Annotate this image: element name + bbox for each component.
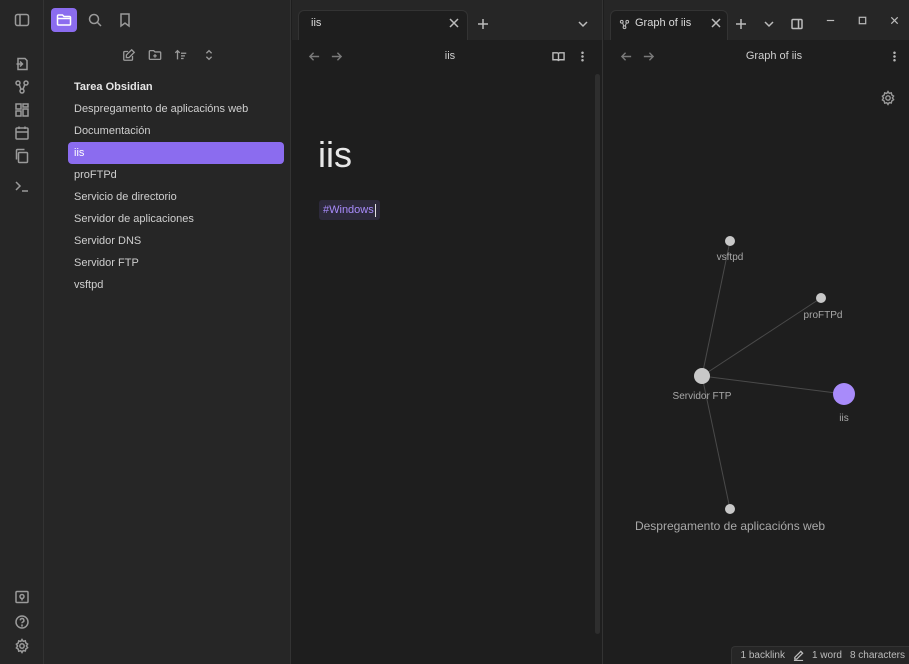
close-graph-tab-icon[interactable] bbox=[709, 16, 723, 30]
status-bar: 1 backlink 1 word 8 characters bbox=[731, 646, 909, 664]
backlinks-count[interactable]: 1 backlink bbox=[740, 650, 784, 661]
file-item-servidor-de-aplicaciones[interactable]: Servidor de aplicaciones bbox=[68, 208, 284, 230]
close-window-icon[interactable] bbox=[886, 12, 902, 28]
graph-view-title: Graph of iis bbox=[745, 50, 803, 62]
graph-tab-title: Graph of iis bbox=[635, 17, 692, 29]
tab-iis[interactable]: iis bbox=[298, 10, 468, 40]
forward-arrow-icon[interactable] bbox=[328, 48, 344, 64]
graph-node-label: vsftpd bbox=[717, 252, 744, 263]
file-item-vsftpd[interactable]: vsftpd bbox=[68, 274, 284, 296]
file-item-servicio-de-directorio[interactable]: Servicio de directorio bbox=[68, 186, 284, 208]
reading-view-icon[interactable] bbox=[550, 48, 566, 64]
character-count: 8 characters bbox=[849, 650, 905, 661]
graph-more-options-icon[interactable] bbox=[886, 48, 902, 64]
daily-notes-icon[interactable] bbox=[12, 123, 32, 143]
edit-mode-icon[interactable] bbox=[793, 650, 804, 661]
vault-root-folder[interactable]: Tarea Obsidian bbox=[68, 76, 284, 98]
graph-node[interactable] bbox=[725, 236, 735, 246]
file-item-servidor-ftp[interactable]: Servidor FTP bbox=[68, 252, 284, 274]
graph-node[interactable] bbox=[833, 383, 855, 405]
graph-node-label: Despregamento de aplicacións web bbox=[635, 519, 825, 533]
sort-icon[interactable] bbox=[172, 46, 190, 64]
text-cursor bbox=[374, 203, 376, 217]
word-count: 1 word bbox=[811, 650, 842, 661]
sidebar-toggle-icon[interactable] bbox=[12, 10, 32, 30]
graph-view-header: Graph of iis bbox=[604, 40, 909, 72]
file-item-servidor-dns[interactable]: Servidor DNS bbox=[68, 230, 284, 252]
tab-title: iis bbox=[311, 17, 322, 29]
graph-tab-icon bbox=[619, 19, 630, 30]
view-title: iis bbox=[444, 50, 456, 62]
canvas-icon[interactable] bbox=[12, 100, 32, 120]
new-graph-tab-icon[interactable] bbox=[732, 15, 750, 33]
file-item-despregamento[interactable]: Despregamento de aplicacións web bbox=[68, 98, 284, 120]
file-item-proftpd[interactable]: proFTPd bbox=[68, 164, 284, 186]
right-sidebar-toggle-icon[interactable] bbox=[788, 15, 806, 33]
vault-switch-icon[interactable] bbox=[12, 587, 32, 607]
graph-tab-list-chevron-icon[interactable] bbox=[760, 15, 778, 33]
help-icon[interactable] bbox=[12, 612, 32, 632]
graph-node-label: proFTPd bbox=[804, 310, 843, 321]
back-arrow-icon[interactable] bbox=[306, 48, 322, 64]
note-tag[interactable]: #Windows bbox=[319, 200, 380, 220]
left-ribbon bbox=[0, 0, 44, 664]
graph-pane: Graph of iis Graph of iis vsftpd proFTPd… bbox=[604, 0, 909, 664]
graph-view-icon[interactable] bbox=[12, 77, 32, 97]
more-options-icon[interactable] bbox=[574, 48, 590, 64]
templates-icon[interactable] bbox=[12, 146, 32, 166]
file-tree: Tarea Obsidian Despregamento de aplicaci… bbox=[68, 76, 284, 296]
minimize-window-icon[interactable] bbox=[822, 12, 838, 28]
new-tab-icon[interactable] bbox=[474, 15, 492, 33]
tag-text: #Windows bbox=[323, 204, 374, 216]
close-tab-icon[interactable] bbox=[447, 16, 461, 30]
file-item-documentacion[interactable]: Documentación bbox=[68, 120, 284, 142]
graph-back-arrow-icon[interactable] bbox=[618, 48, 634, 64]
collapse-all-icon[interactable] bbox=[200, 46, 218, 64]
file-explorer-actions bbox=[44, 40, 291, 70]
editor-pane: iis iis iis #Windows bbox=[292, 0, 603, 664]
obsidian-window: Tarea Obsidian Despregamento de aplicaci… bbox=[0, 0, 909, 664]
note-inline-title[interactable]: iis bbox=[318, 134, 352, 176]
terminal-icon[interactable] bbox=[12, 176, 32, 196]
editor-tab-bar: iis bbox=[292, 0, 602, 40]
graph-node[interactable] bbox=[725, 504, 735, 514]
editor-scrollbar[interactable] bbox=[595, 74, 600, 634]
graph-canvas[interactable]: vsftpd proFTPd Servidor FTP iis Despregament… bbox=[604, 72, 909, 664]
maximize-window-icon[interactable] bbox=[854, 12, 870, 28]
editor-view-header: iis bbox=[292, 40, 602, 72]
sidebar-tab-bar bbox=[44, 0, 291, 40]
files-tab[interactable] bbox=[51, 8, 77, 32]
graph-node-label: iis bbox=[839, 413, 848, 424]
graph-node[interactable] bbox=[816, 293, 826, 303]
graph-tab-bar: Graph of iis bbox=[604, 0, 909, 40]
bookmarks-tab[interactable] bbox=[112, 8, 138, 32]
search-tab[interactable] bbox=[82, 8, 108, 32]
settings-icon[interactable] bbox=[12, 636, 32, 656]
open-quick-switcher-icon[interactable] bbox=[12, 54, 32, 74]
file-item-iis[interactable]: iis bbox=[68, 142, 284, 164]
graph-forward-arrow-icon[interactable] bbox=[640, 48, 656, 64]
tab-graph-of-iis[interactable]: Graph of iis bbox=[610, 10, 728, 40]
new-folder-icon[interactable] bbox=[146, 46, 164, 64]
file-explorer-sidebar: Tarea Obsidian Despregamento de aplicaci… bbox=[44, 0, 291, 664]
new-note-icon[interactable] bbox=[120, 46, 138, 64]
graph-node[interactable] bbox=[694, 368, 710, 384]
tab-list-chevron-icon[interactable] bbox=[574, 15, 592, 33]
graph-node-label: Servidor FTP bbox=[673, 391, 732, 402]
